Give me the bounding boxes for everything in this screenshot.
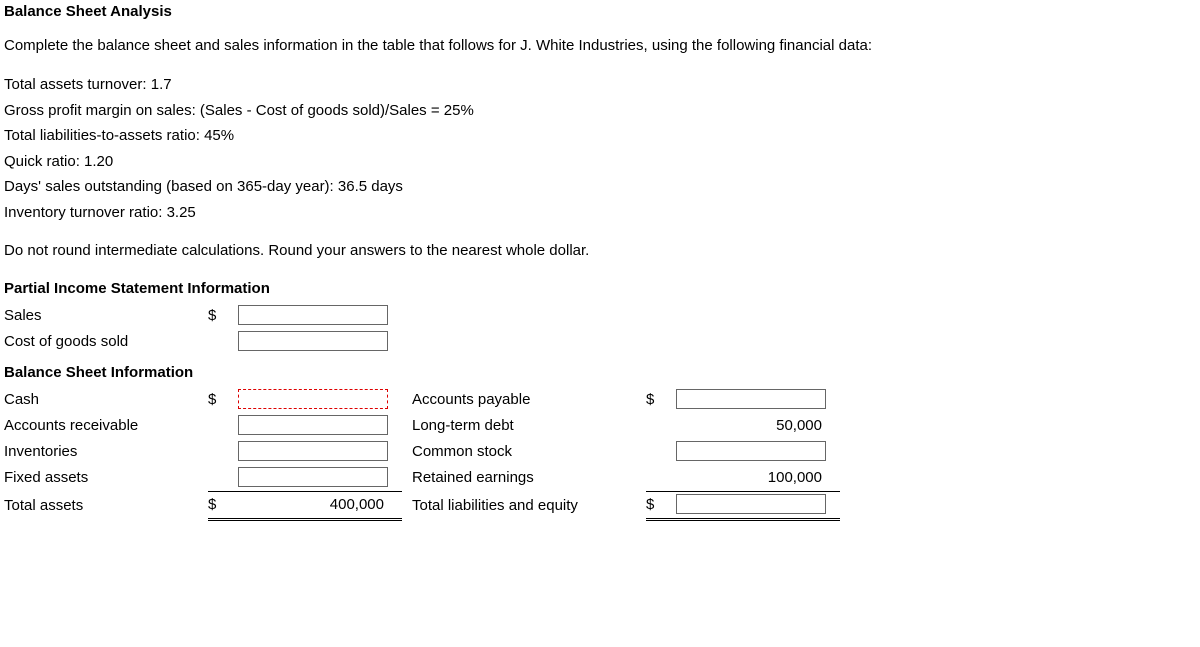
financial-data-list: Total assets turnover: 1.7 Gross profit … xyxy=(4,72,1196,225)
fixed-assets-label: Fixed assets xyxy=(4,465,208,492)
data-line: Quick ratio: 1.20 xyxy=(4,149,1196,175)
rounding-note: Do not round intermediate calculations. … xyxy=(4,239,1196,263)
common-stock-label: Common stock xyxy=(402,439,646,465)
dollar-sign: $ xyxy=(208,303,238,329)
dollar-sign: $ xyxy=(208,387,238,413)
dollar-sign: $ xyxy=(208,492,238,520)
balance-sheet-header: Balance Sheet Information xyxy=(4,361,1196,385)
income-statement-table: Sales $ Cost of goods sold xyxy=(4,303,402,355)
fixed-assets-input[interactable] xyxy=(238,467,388,487)
ltd-value: 50,000 xyxy=(676,414,826,438)
data-line: Inventory turnover ratio: 3.25 xyxy=(4,200,1196,226)
cash-input[interactable] xyxy=(238,389,388,409)
dollar-sign: $ xyxy=(646,387,676,413)
ar-input[interactable] xyxy=(238,415,388,435)
retained-earnings-value: 100,000 xyxy=(676,466,826,490)
total-assets-value: 400,000 xyxy=(238,493,388,517)
cogs-label: Cost of goods sold xyxy=(4,329,208,355)
retained-earnings-label: Retained earnings xyxy=(402,465,646,492)
data-line: Days' sales outstanding (based on 365-da… xyxy=(4,174,1196,200)
instructions-text: Complete the balance sheet and sales inf… xyxy=(4,34,1196,58)
inventories-input[interactable] xyxy=(238,441,388,461)
common-stock-input[interactable] xyxy=(676,441,826,461)
ap-input[interactable] xyxy=(676,389,826,409)
total-liab-equity-input[interactable] xyxy=(676,494,826,514)
page-title: Balance Sheet Analysis xyxy=(4,0,1196,24)
dollar-sign: $ xyxy=(646,492,676,520)
data-line: Total liabilities-to-assets ratio: 45% xyxy=(4,123,1196,149)
total-liab-equity-label: Total liabilities and equity xyxy=(402,492,646,520)
balance-sheet-table: Cash $ Accounts payable $ Accounts recei… xyxy=(4,387,840,521)
cogs-input[interactable] xyxy=(238,331,388,351)
ar-label: Accounts receivable xyxy=(4,413,208,439)
cash-label: Cash xyxy=(4,387,208,413)
total-assets-label: Total assets xyxy=(4,492,208,520)
inventories-label: Inventories xyxy=(4,439,208,465)
ltd-label: Long-term debt xyxy=(402,413,646,439)
sales-input[interactable] xyxy=(238,305,388,325)
data-line: Gross profit margin on sales: (Sales - C… xyxy=(4,98,1196,124)
income-statement-header: Partial Income Statement Information xyxy=(4,277,1196,301)
data-line: Total assets turnover: 1.7 xyxy=(4,72,1196,98)
sales-label: Sales xyxy=(4,303,208,329)
ap-label: Accounts payable xyxy=(402,387,646,413)
